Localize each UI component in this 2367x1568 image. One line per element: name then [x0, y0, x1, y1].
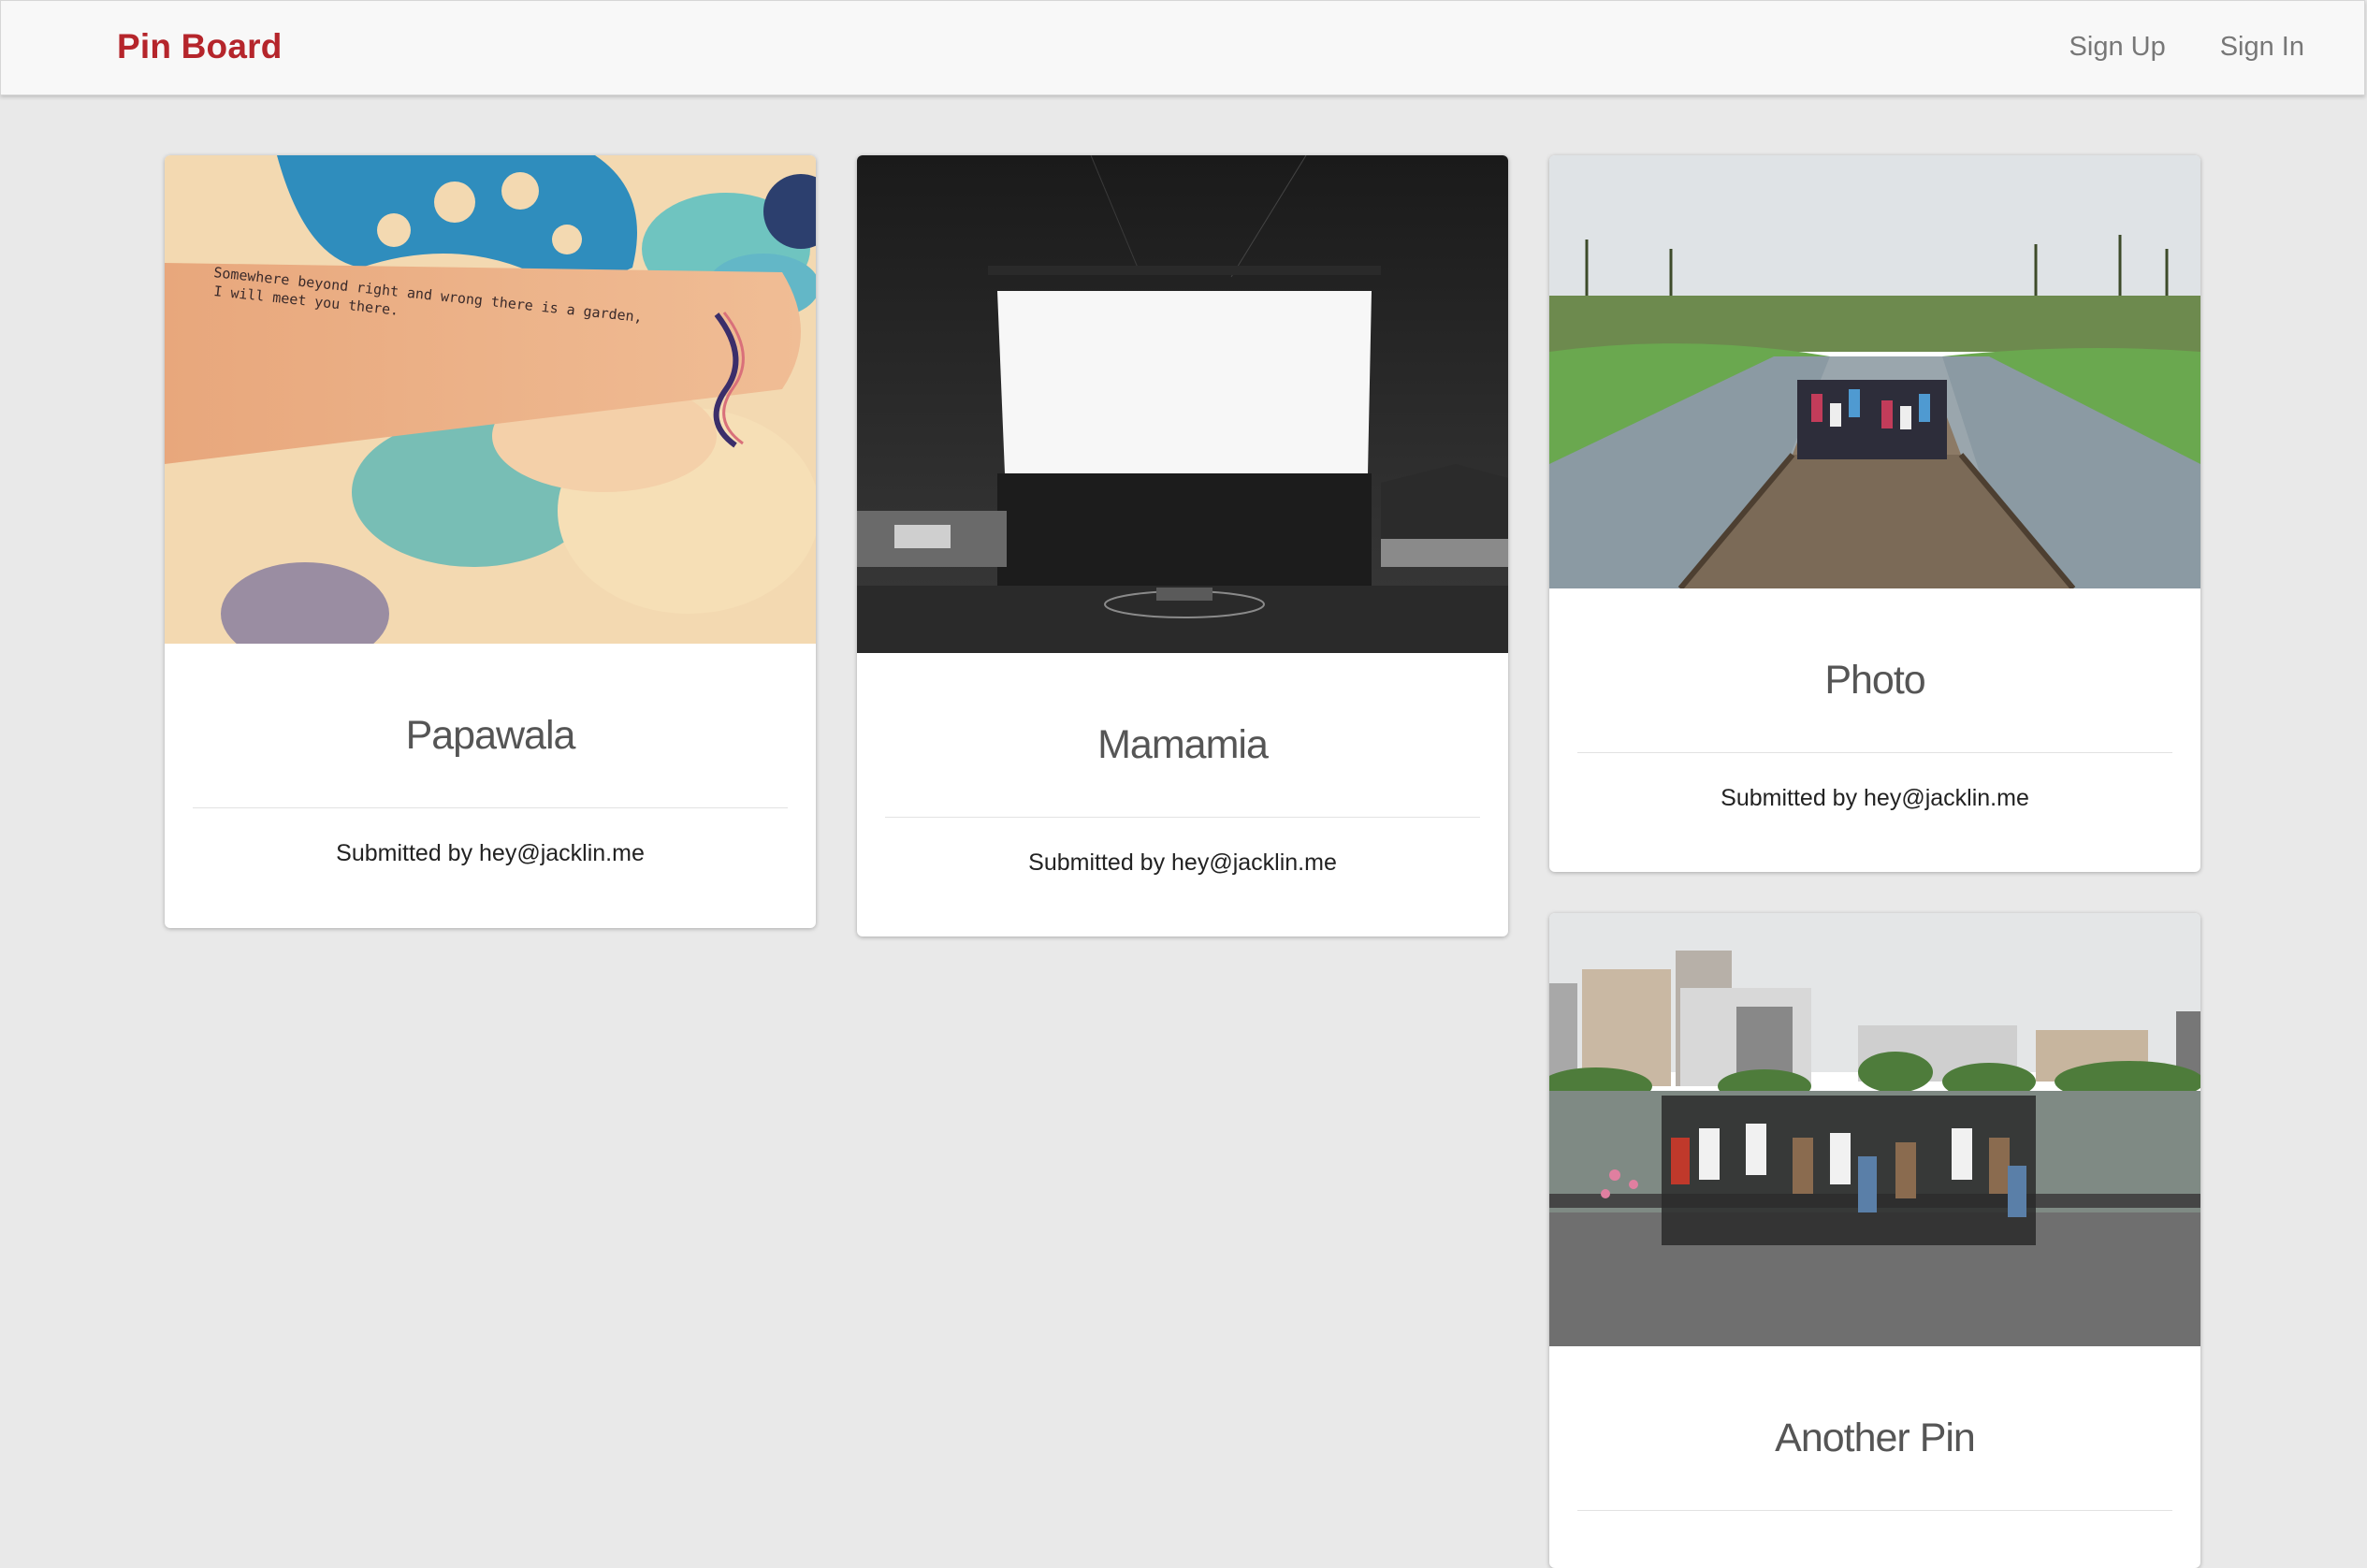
pin-title: Another Pin	[1775, 1416, 1976, 1460]
nav-links: Sign Up Sign In	[2069, 32, 2304, 63]
pin-card[interactable]: Mamamia Submitted by hey@jacklin.me	[857, 155, 1508, 936]
pin-image[interactable]: Somewhere beyond right and wrong there i…	[165, 155, 816, 644]
pin-title: Papawala	[405, 713, 576, 758]
pin-submitter: Submitted by hey@jacklin.me	[336, 840, 645, 866]
pin-image[interactable]	[1549, 913, 2200, 1346]
sign-up-link[interactable]: Sign Up	[2069, 32, 2166, 63]
sign-in-link[interactable]: Sign In	[2220, 32, 2304, 63]
pin-submitter: Submitted by hey@jacklin.me	[1028, 849, 1337, 876]
brand-logo-link[interactable]: Pin Board	[117, 27, 283, 66]
pin-title: Mamamia	[1097, 722, 1269, 767]
card-divider	[1577, 1510, 2172, 1511]
pin-image[interactable]	[857, 155, 1508, 653]
pin-card[interactable]: Somewhere beyond right and wrong there i…	[165, 155, 816, 928]
pin-title: Photo	[1824, 658, 1925, 703]
pin-card[interactable]: Another Pin	[1549, 913, 2200, 1568]
pin-submitter: Submitted by hey@jacklin.me	[1721, 785, 2029, 811]
pin-image[interactable]	[1549, 155, 2200, 588]
top-navbar: Pin Board Sign Up Sign In	[0, 0, 2365, 95]
pin-card[interactable]: Photo Submitted by hey@jacklin.me	[1549, 155, 2200, 872]
